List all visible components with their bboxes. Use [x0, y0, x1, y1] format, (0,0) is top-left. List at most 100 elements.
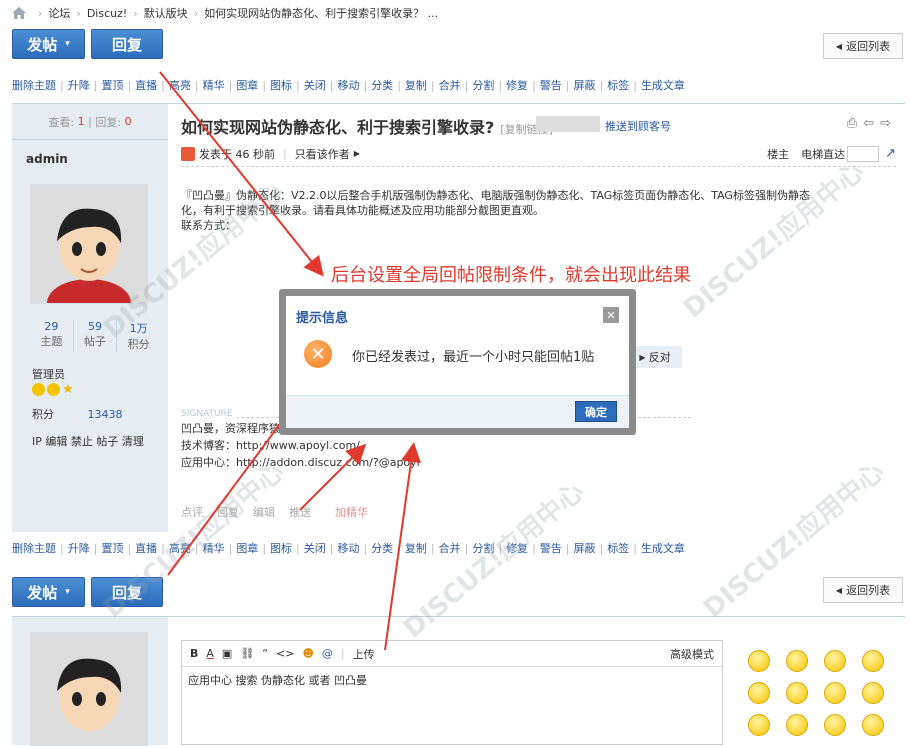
jump-icon[interactable]: ↗ [885, 146, 896, 161]
smiley-icon[interactable] [862, 650, 884, 672]
threads-stat[interactable]: 29 主题 [30, 320, 74, 352]
back-to-list-button[interactable]: ◀ 返回列表 [823, 577, 903, 603]
smiley-icon[interactable] [748, 682, 770, 704]
push-action[interactable]: 推送 [289, 504, 311, 520]
mod-action[interactable]: 置顶 [101, 540, 123, 556]
reply-button[interactable]: 回复 [91, 577, 163, 607]
mod-action[interactable]: 精华 [203, 540, 225, 556]
oppose-button[interactable]: ▶ 反对 [628, 346, 682, 368]
mod-action[interactable]: 标签 [607, 77, 629, 93]
rank-icons: ★ [32, 383, 74, 396]
push-link[interactable]: 推送到顾客号 [605, 118, 671, 134]
smiley-icon[interactable] [824, 650, 846, 672]
breadcrumb-forum[interactable]: 论坛 [48, 5, 70, 21]
breadcrumb-discuz[interactable]: Discuz! [87, 7, 127, 20]
credits-stat[interactable]: 1万 积分 [117, 320, 160, 352]
mod-action[interactable]: 分割 [472, 77, 494, 93]
posts-stat[interactable]: 59 帖子 [74, 320, 118, 352]
mod-action[interactable]: 移动 [337, 540, 359, 556]
advanced-mode-link[interactable]: 高级模式 [670, 646, 714, 662]
mod-action[interactable]: 标签 [607, 540, 629, 556]
mod-action[interactable]: 图标 [270, 540, 292, 556]
mod-action[interactable]: 升降 [68, 77, 90, 93]
mod-action[interactable]: 合并 [439, 77, 461, 93]
ok-button[interactable]: 确定 [575, 401, 617, 422]
smiley-icon[interactable] [748, 714, 770, 736]
post-button[interactable]: 发帖 ▾ [12, 577, 85, 607]
code-icon[interactable]: <> [276, 647, 294, 660]
mod-action[interactable]: 移动 [337, 77, 359, 93]
mod-action[interactable]: 复制 [405, 77, 427, 93]
emoji-icon[interactable]: ☻ [302, 647, 313, 660]
mod-action[interactable]: 直播 [135, 540, 157, 556]
mod-action[interactable]: 关闭 [304, 77, 326, 93]
link-icon[interactable]: ⛓ [240, 647, 254, 660]
user-group[interactable]: 管理员 [32, 366, 65, 382]
mod-action[interactable]: 图章 [236, 540, 258, 556]
reply-editor[interactable]: B A ▣ ⛓ “ <> ☻ @ | 上传 高级模式 应用中心 搜索 伪静态化 … [181, 640, 723, 745]
editor-text[interactable]: 应用中心 搜索 伪静态化 或者 凹凸曼 [182, 667, 722, 693]
divider: | [161, 541, 165, 555]
upload-button[interactable]: 上传 [353, 646, 375, 662]
smiley-icon[interactable] [862, 714, 884, 736]
mod-action[interactable]: 生成文章 [641, 77, 685, 93]
mod-action[interactable]: 分类 [371, 77, 393, 93]
comment-action[interactable]: 点评 [181, 504, 203, 520]
breadcrumb-thread[interactable]: 如何实现网站伪静态化、利于搜索引擎收录？ ... [204, 5, 438, 21]
breadcrumb-board[interactable]: 默认版块 [144, 5, 188, 21]
back-to-list-button[interactable]: ◀ 返回列表 [823, 33, 903, 59]
bold-icon[interactable]: B [190, 647, 198, 660]
prev-thread-icon[interactable]: ⇦ [863, 116, 874, 131]
mod-action[interactable]: 图标 [270, 77, 292, 93]
mod-action[interactable]: 生成文章 [641, 540, 685, 556]
mod-action[interactable]: 警告 [540, 540, 562, 556]
mod-action[interactable]: 升降 [68, 540, 90, 556]
mod-action[interactable]: 屏蔽 [574, 77, 596, 93]
reply-action[interactable]: 回复 [217, 504, 239, 520]
signature-line[interactable]: 技术博客：http://www.apoyl.com/ [181, 437, 701, 454]
avatar[interactable] [30, 632, 148, 746]
smiley-icon[interactable] [824, 682, 846, 704]
close-icon[interactable]: ✕ [603, 307, 619, 323]
mod-action[interactable]: 关闭 [304, 540, 326, 556]
smiley-icon[interactable] [786, 714, 808, 736]
image-icon[interactable]: ▣ [222, 647, 232, 660]
print-icon[interactable]: ⎙ [847, 116, 857, 131]
mod-action[interactable]: 修复 [506, 77, 528, 93]
mod-action[interactable]: 精华 [203, 77, 225, 93]
at-icon[interactable]: @ [322, 647, 333, 660]
admin-links[interactable]: IP 编辑 禁止 帖子 清理 [32, 433, 144, 449]
signature-line[interactable]: 应用中心：http://addon.discuz.com/?@apoyl [181, 454, 701, 471]
mod-action[interactable]: 分类 [371, 540, 393, 556]
smiley-icon[interactable] [748, 650, 770, 672]
digest-action[interactable]: 加精华 [335, 504, 368, 520]
avatar[interactable] [30, 184, 148, 327]
smiley-icon[interactable] [824, 714, 846, 736]
next-thread-icon[interactable]: ⇨ [880, 116, 891, 131]
font-color-icon[interactable]: A [206, 647, 214, 660]
mod-action[interactable]: 屏蔽 [574, 540, 596, 556]
only-author-link[interactable]: 只看该作者 [295, 146, 350, 162]
reply-button[interactable]: 回复 [91, 29, 163, 59]
mod-action[interactable]: 高亮 [169, 540, 191, 556]
smiley-icon[interactable] [862, 682, 884, 704]
mod-action[interactable]: 警告 [540, 77, 562, 93]
mod-action[interactable]: 删除主题 [12, 540, 56, 556]
mod-action[interactable]: 高亮 [169, 77, 191, 93]
mod-action[interactable]: 置顶 [101, 77, 123, 93]
mod-action[interactable]: 图章 [236, 77, 258, 93]
mod-action[interactable]: 合并 [439, 540, 461, 556]
home-icon[interactable] [12, 7, 26, 19]
mod-action[interactable]: 直播 [135, 77, 157, 93]
smiley-icon[interactable] [786, 650, 808, 672]
mod-action[interactable]: 复制 [405, 540, 427, 556]
post-button[interactable]: 发帖 ▾ [12, 29, 85, 59]
edit-action[interactable]: 编辑 [253, 504, 275, 520]
mod-action[interactable]: 修复 [506, 540, 528, 556]
quote-icon[interactable]: “ [262, 647, 268, 660]
elevator-input[interactable] [847, 145, 880, 162]
mod-action[interactable]: 分割 [472, 540, 494, 556]
smiley-icon[interactable] [786, 682, 808, 704]
mod-action[interactable]: 删除主题 [12, 77, 56, 93]
author-name[interactable]: admin [26, 152, 68, 166]
